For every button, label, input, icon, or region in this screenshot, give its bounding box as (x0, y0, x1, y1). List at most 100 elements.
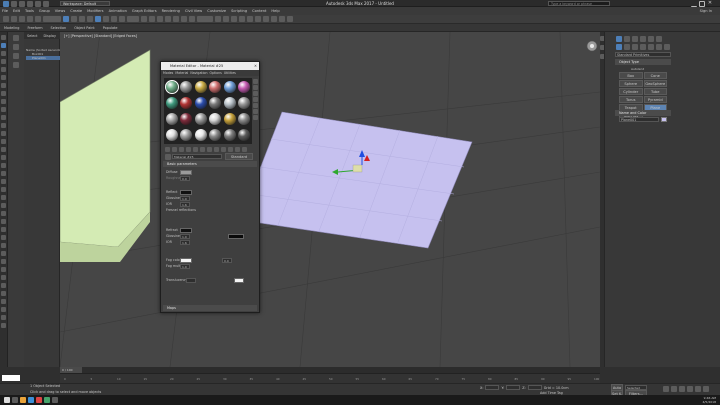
tool-icon[interactable] (1, 235, 6, 240)
material-sample-sphere[interactable] (238, 80, 251, 93)
taskview-icon[interactable] (12, 397, 18, 403)
material-sample-sphere[interactable] (238, 129, 251, 142)
tool-icon[interactable] (1, 163, 6, 168)
spinner-snap-icon[interactable] (189, 16, 195, 22)
menu-item[interactable]: Help (271, 9, 279, 13)
video-check-icon[interactable] (253, 103, 258, 108)
menu-item[interactable]: Navigation (190, 71, 207, 75)
plane-object[interactable] (239, 111, 473, 249)
tool-icon[interactable] (1, 267, 6, 272)
geosphere-button[interactable]: GeoSphere (643, 80, 667, 87)
named-selection-icon[interactable] (197, 16, 213, 22)
refract-glossiness-spinner[interactable]: 1.0 (180, 233, 190, 239)
menu-item[interactable]: Create (70, 9, 82, 13)
make-copy-icon[interactable] (193, 146, 198, 152)
rect-selection-icon[interactable] (79, 16, 85, 22)
next-frame-icon[interactable] (687, 386, 693, 392)
sample-type-icon[interactable] (253, 79, 258, 84)
go-to-parent-icon[interactable] (235, 146, 240, 152)
select-object-icon[interactable] (63, 16, 69, 22)
y-coord-input[interactable] (506, 385, 521, 390)
fog-swatch-dark[interactable] (228, 233, 244, 239)
maxscript-input[interactable] (2, 375, 20, 381)
motion-tab-icon[interactable] (640, 36, 646, 42)
tree-item-plane[interactable]: Plane001 (26, 56, 60, 60)
object-name-input[interactable]: Plane001 (619, 117, 659, 122)
cone-button[interactable]: Cone (643, 72, 667, 79)
translucency-swatch[interactable] (234, 277, 244, 283)
material-sample-sphere[interactable] (165, 129, 178, 142)
tool-icon[interactable] (1, 115, 6, 120)
fresnel-checkbox[interactable]: Fresnel reflections (166, 208, 196, 212)
menu-item[interactable]: Options (210, 71, 222, 75)
pivot-center-icon[interactable] (141, 16, 147, 22)
material-sample-sphere[interactable] (180, 113, 193, 126)
material-sample-sphere[interactable] (209, 96, 222, 109)
browser-icon[interactable] (28, 397, 34, 403)
bind-space-warp-icon[interactable] (35, 16, 41, 22)
tool-icon[interactable] (1, 91, 6, 96)
go-forward-sibling-icon[interactable] (242, 146, 247, 152)
select-manipulate-icon[interactable] (149, 16, 155, 22)
tool-icon[interactable] (1, 203, 6, 208)
sign-in-link[interactable]: Sign In (700, 9, 712, 13)
filter-icon[interactable] (13, 53, 19, 59)
object-color-swatch[interactable] (661, 117, 667, 122)
menu-item[interactable]: Utilities (224, 71, 236, 75)
get-material-icon[interactable] (165, 146, 170, 152)
material-editor-titlebar[interactable]: Material Editor - Material #25 ✕ (161, 62, 259, 70)
tool-icon[interactable] (1, 307, 6, 312)
tool-icon[interactable] (1, 275, 6, 280)
material-type-button[interactable]: Standard (225, 153, 253, 160)
close-icon[interactable]: ✕ (254, 62, 257, 70)
refract-ior-spinner[interactable]: 1.6 (180, 239, 190, 245)
material-sample-sphere[interactable] (194, 80, 207, 93)
tool-icon[interactable] (1, 131, 6, 136)
tab-display[interactable]: Display (43, 34, 56, 38)
material-sample-sphere[interactable] (223, 80, 236, 93)
ribbon-tab[interactable]: Freeform (27, 26, 42, 30)
redo-icon[interactable] (11, 16, 17, 22)
object-type-rollout[interactable]: Object Type (615, 59, 671, 65)
maps-rollout[interactable]: Maps (163, 305, 257, 311)
pick-material-icon[interactable] (165, 153, 171, 160)
utilities-tab-icon[interactable] (656, 36, 662, 42)
menu-item[interactable]: Content (252, 9, 266, 13)
tool-icon[interactable] (1, 59, 6, 64)
percent-snap-icon[interactable] (181, 16, 187, 22)
material-sample-sphere[interactable] (194, 96, 207, 109)
tube-button[interactable]: Tube (643, 88, 667, 95)
reflect-swatch[interactable] (180, 189, 192, 195)
space-warps-icon[interactable] (656, 44, 662, 50)
assign-material-icon[interactable] (179, 146, 184, 152)
tool-icon[interactable] (1, 43, 6, 48)
rendered-frame-icon[interactable] (279, 16, 285, 22)
menu-item[interactable]: Modes (163, 71, 173, 75)
z-coord-input[interactable] (527, 385, 542, 390)
angle-snap-icon[interactable] (173, 16, 179, 22)
menu-item[interactable]: Rendering (162, 9, 180, 13)
material-sample-sphere[interactable] (209, 80, 222, 93)
autogrid-checkbox[interactable]: AutoGrid (631, 67, 644, 71)
box-object[interactable] (60, 49, 151, 248)
link-icon[interactable] (19, 16, 25, 22)
menu-item[interactable]: Group (39, 9, 50, 13)
systems-icon[interactable] (664, 44, 670, 50)
tool-icon[interactable] (1, 83, 6, 88)
put-to-library-icon[interactable] (207, 146, 212, 152)
app-icon[interactable] (52, 397, 58, 403)
create-tab-icon[interactable] (616, 36, 622, 42)
material-sample-sphere[interactable] (165, 96, 178, 109)
tool-icon[interactable] (1, 51, 6, 56)
ribbon-tab[interactable]: Object Paint (74, 26, 95, 30)
undo-icon[interactable] (3, 16, 9, 22)
diffuse-swatch[interactable] (180, 169, 192, 175)
align-icon[interactable] (223, 16, 229, 22)
previous-frame-icon[interactable] (671, 386, 677, 392)
menu-item[interactable]: Material (175, 71, 188, 75)
menu-item[interactable]: File (2, 9, 8, 13)
material-sample-sphere[interactable] (180, 80, 193, 93)
material-name-input[interactable]: Material #25 (172, 154, 222, 159)
refract-swatch[interactable] (180, 227, 192, 233)
menu-item[interactable]: Modifiers (87, 9, 103, 13)
